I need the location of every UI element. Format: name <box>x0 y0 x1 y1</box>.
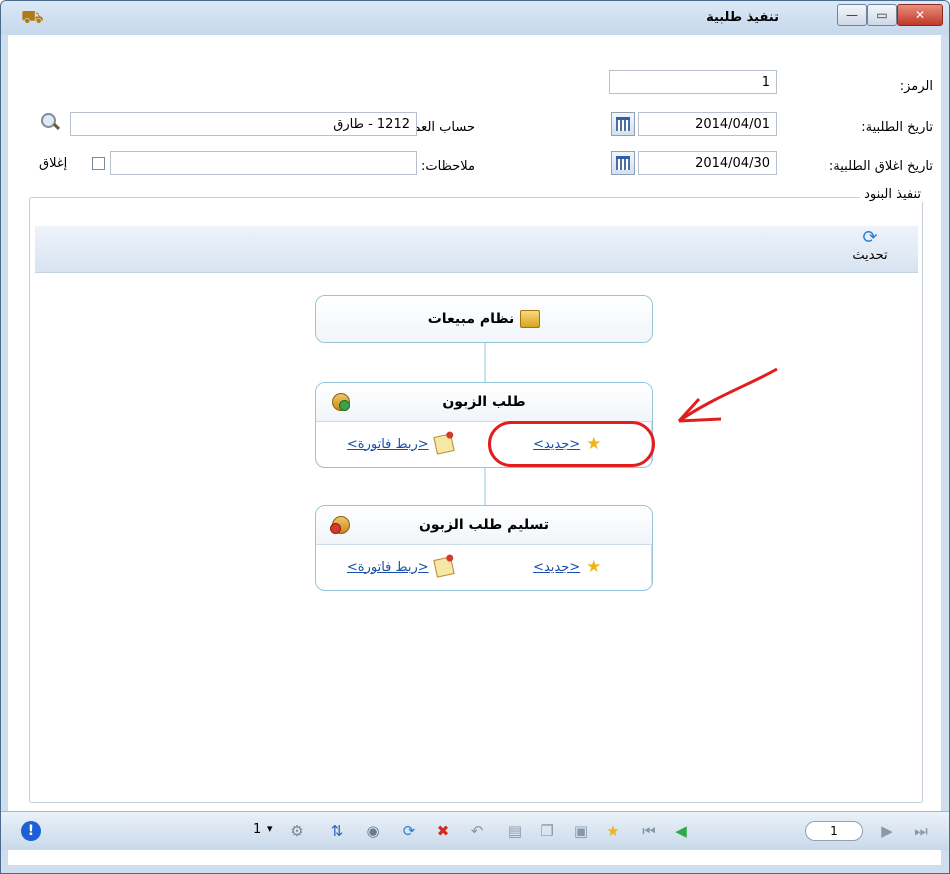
close-checkbox[interactable] <box>92 157 105 170</box>
order-out-icon <box>330 516 350 534</box>
group-toolbar: ⟳ تحديث <box>35 226 918 273</box>
view-icon[interactable]: ◉ <box>363 821 383 841</box>
delivery-node: تسليم طلب الزبون <ربط فاتورة> ★ <جديد> <box>315 505 653 591</box>
info-icon[interactable]: ! <box>21 821 41 841</box>
refresh-icon[interactable]: ⟳ <box>399 821 419 841</box>
refresh-label: تحديث <box>852 248 888 263</box>
package-icon <box>520 310 541 328</box>
order-date-field[interactable]: 2014/04/01 <box>638 112 777 136</box>
title-bar: ⛟ تنفيذ طلبية — ▭ ✕ <box>1 1 949 35</box>
search-icon[interactable] <box>39 111 61 133</box>
link-invoice-cell: <ربط فاتورة> <box>316 545 484 589</box>
refresh-icon: ⟳ <box>862 227 878 248</box>
delivery-title: تسليم طلب الزبون <box>418 517 550 533</box>
sales-system-node[interactable]: نظام مبيعات <box>315 295 653 343</box>
order-add-icon <box>332 393 350 411</box>
copy-icon[interactable]: ❐ <box>537 821 557 841</box>
sales-system-title: نظام مبيعات <box>427 311 515 327</box>
app-window: ⛟ تنفيذ طلبية — ▭ ✕ الرمز: 1 تاريخ الطلب… <box>0 0 950 874</box>
sort-icon[interactable]: ⇅ <box>327 821 347 841</box>
close-date-field[interactable]: 2014/04/30 <box>638 151 777 175</box>
navigation-bar: ! 1 ▾ ⚙ ⇅ ◉ ⟳ ✖ ↶ ▤ ❐ ▣ ★ ⏮ ◀ 1 ▶ ⏭ <box>1 811 949 850</box>
items-groupbox <box>29 197 923 803</box>
paste-icon[interactable]: ▤ <box>505 821 525 841</box>
close-button[interactable]: ✕ <box>897 4 943 26</box>
customer-order-header: طلب الزبون <box>316 383 652 422</box>
settings-icon[interactable]: ⚙ <box>287 821 307 841</box>
close-checkbox-label: إغلاق <box>39 156 68 171</box>
items-group-title: تنفيذ البنود <box>860 187 925 202</box>
app-icon[interactable]: ⛟ <box>21 7 44 31</box>
refresh-button[interactable]: ⟳ تحديث <box>844 227 896 264</box>
close-date-label: تاريخ اغلاق الطلبية: <box>828 159 933 174</box>
notes-field[interactable] <box>110 151 417 175</box>
delivery-header: تسليم طلب الزبون <box>316 506 652 545</box>
next-record-icon[interactable]: ▶ <box>877 821 897 841</box>
calendar-icon[interactable] <box>611 112 635 136</box>
annotation-arrow <box>677 367 778 423</box>
link-new[interactable]: <جديد> <box>533 560 580 575</box>
page-number-input[interactable]: 1 <box>805 821 863 841</box>
star-icon: ★ <box>586 557 602 577</box>
maximize-button[interactable]: ▭ <box>867 4 897 26</box>
delete-icon[interactable]: ✖ <box>433 821 453 841</box>
customer-field[interactable]: 1212 - طارق <box>70 112 417 136</box>
save-icon[interactable]: ▣ <box>571 821 591 841</box>
last-record-icon[interactable]: ⏭ <box>911 821 931 841</box>
undo-icon[interactable]: ↶ <box>467 821 487 841</box>
link-invoice[interactable]: <ربط فاتورة> <box>347 560 429 575</box>
notes-label: ملاحظات: <box>421 159 475 174</box>
connector-line <box>484 343 486 383</box>
dropdown-icon[interactable]: ▾ <box>267 822 273 835</box>
note-icon <box>432 556 455 578</box>
new-cell: ★ <جديد> <box>484 545 652 589</box>
link-invoice-cell: <ربط فاتورة> <box>316 422 484 466</box>
code-field[interactable]: 1 <box>609 70 777 94</box>
minimize-button[interactable]: — <box>837 4 867 26</box>
record-selector[interactable]: 1 <box>253 822 261 837</box>
annotation-ellipse <box>488 421 655 467</box>
window-title: تنفيذ طلبية <box>706 10 779 25</box>
link-invoice[interactable]: <ربط فاتورة> <box>347 437 429 452</box>
order-date-label: تاريخ الطلبية: <box>861 120 933 135</box>
code-label: الرمز: <box>899 79 933 94</box>
previous-record-icon[interactable]: ◀ <box>671 821 691 841</box>
customer-order-title: طلب الزبون <box>442 394 526 410</box>
first-record-icon[interactable]: ⏮ <box>639 821 659 841</box>
calendar-icon[interactable] <box>611 151 635 175</box>
connector-line <box>484 467 486 505</box>
note-icon <box>432 433 455 455</box>
new-record-icon[interactable]: ★ <box>603 821 623 841</box>
